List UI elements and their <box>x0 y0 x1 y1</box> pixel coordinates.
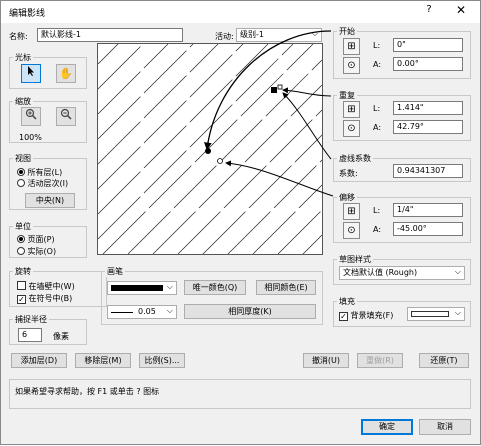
ok-button[interactable]: 确定 <box>361 419 413 435</box>
origin-l-field[interactable]: 0" <box>393 38 463 52</box>
help-status-text: 如果希望寻求帮助，按 F1 或单击 ? 图标 <box>15 387 160 396</box>
background-fill-label: 背景填充(F) <box>350 311 394 320</box>
pen-thickness-line <box>111 312 133 313</box>
offset-l-label: L: <box>373 206 381 215</box>
offset-a-field[interactable]: -45.00° <box>393 222 463 236</box>
dash-factor-label: 系数: <box>339 169 358 178</box>
origin-grid-icon[interactable]: ⊞ <box>343 38 360 55</box>
pen-group-title: 画笔 <box>105 266 125 277</box>
sketch-group-title: 草图样式 <box>337 254 373 265</box>
undo-button[interactable]: 撤消(U) <box>303 353 349 368</box>
scale-button[interactable]: 比例(S)... <box>139 353 185 368</box>
offset-target-icon[interactable]: ⊙ <box>343 222 360 239</box>
chevron-down-icon: ⌵ <box>454 308 461 317</box>
repeat-group-title: 重复 <box>337 90 357 101</box>
dash-group-title: 虚线系数 <box>337 153 373 164</box>
chevron-down-icon: ⌵ <box>166 282 173 291</box>
fill-color-select[interactable]: ⌵ <box>407 307 465 321</box>
revert-button[interactable]: 还原(T) <box>419 353 469 368</box>
background-fill-checkbox[interactable]: ✓ 背景填充(F) <box>339 310 393 321</box>
origin-a-label: A: <box>373 60 382 69</box>
chevron-down-icon: ⌵ <box>454 267 461 276</box>
repeat-l-field[interactable]: 1.414" <box>393 101 463 115</box>
unique-color-button[interactable]: 唯一颜色(Q) <box>184 280 246 295</box>
offset-l-field[interactable]: 1/4" <box>393 203 463 217</box>
same-color-button[interactable]: 相同颜色(E) <box>256 280 316 295</box>
repeat-a-label: A: <box>373 123 382 132</box>
add-layer-button[interactable]: 添加层(D) <box>11 353 67 368</box>
edit-hatch-dialog: 编辑影线 ? ✕ 名称: 默认影线-1 活动: 级别-1 ⌵ 光标 ✋ 缩放 1… <box>0 0 481 445</box>
pen-color-swatch <box>111 285 163 291</box>
redo-button[interactable]: 重做(R) <box>357 353 403 368</box>
pen-thickness-select[interactable]: 0.05 ⌵ <box>107 305 177 319</box>
cancel-button[interactable]: 取消 <box>419 419 471 435</box>
origin-group-title: 开始 <box>337 26 357 37</box>
repeat-target-icon[interactable]: ⊙ <box>343 120 360 137</box>
sketch-style-select[interactable]: 文档默认值 (Rough) ⌵ <box>339 266 465 280</box>
repeat-a-field[interactable]: 42.79° <box>393 120 463 134</box>
pen-thickness-value: 0.05 <box>138 307 156 316</box>
pen-color-select[interactable]: ⌵ <box>107 281 177 295</box>
origin-l-label: L: <box>373 41 381 50</box>
repeat-grid-icon[interactable]: ⊞ <box>343 101 360 118</box>
offset-grid-icon[interactable]: ⊞ <box>343 203 360 220</box>
checkmark-icon: ✓ <box>339 312 348 321</box>
sketch-style-value: 文档默认值 (Rough) <box>343 268 418 277</box>
origin-a-field[interactable]: 0.00° <box>393 57 463 71</box>
chevron-down-icon: ⌵ <box>166 306 173 315</box>
same-thickness-button[interactable]: 相同厚度(K) <box>184 304 316 319</box>
remove-layer-button[interactable]: 移除层(M) <box>75 353 131 368</box>
offset-a-label: A: <box>373 225 382 234</box>
origin-target-icon[interactable]: ⊙ <box>343 57 360 74</box>
dash-factor-field[interactable]: 0.94341307 <box>393 164 463 178</box>
repeat-l-label: L: <box>373 104 381 113</box>
offset-group-title: 偏移 <box>337 192 357 203</box>
fill-group-title: 填充 <box>337 296 357 307</box>
fill-color-swatch <box>411 311 449 317</box>
